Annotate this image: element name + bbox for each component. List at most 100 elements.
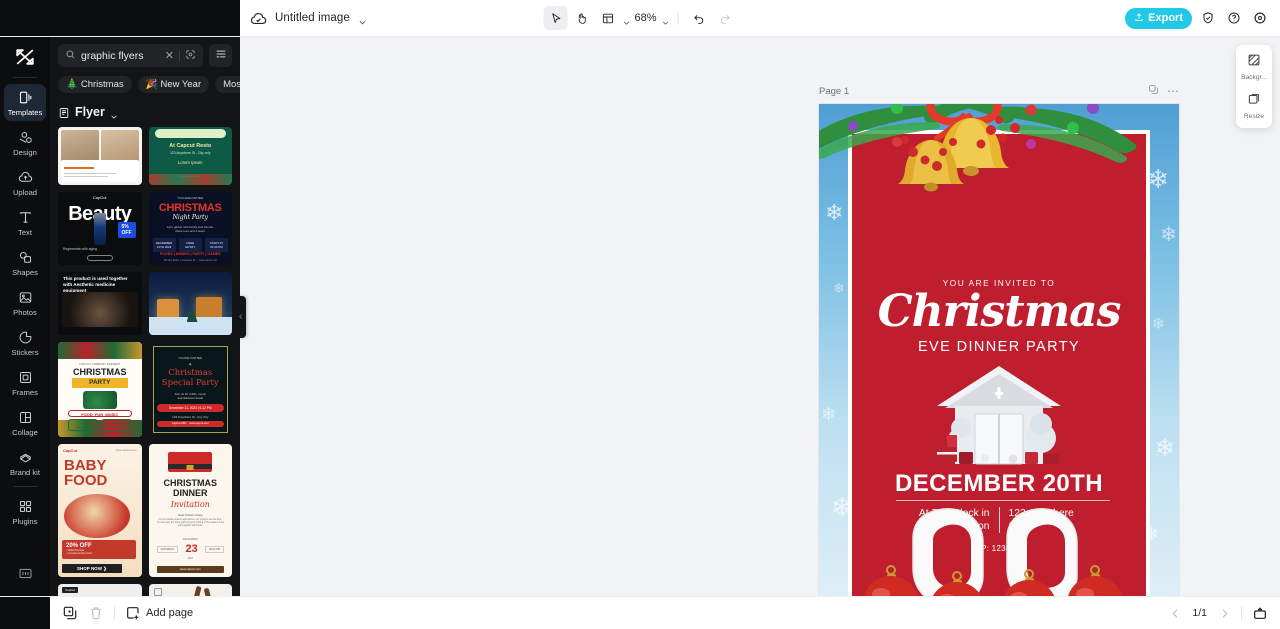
search-input[interactable]: graphic flyers ✕ [58, 44, 203, 67]
add-page-icon [125, 605, 141, 621]
sidebar-item-shapes[interactable]: Shapes [4, 244, 46, 281]
sidebar-item-collage[interactable]: Collage [4, 404, 46, 441]
filter-icon [215, 47, 227, 65]
visual-search-icon[interactable] [185, 47, 196, 65]
resize-button[interactable]: Resize [1238, 89, 1270, 123]
chip-christmas[interactable]: 🎄 Christmas [58, 76, 132, 93]
zoom-level[interactable]: 68% [632, 12, 658, 24]
page-navigation: 1/1 [1168, 605, 1268, 621]
category-label: Flyer [75, 105, 105, 119]
undo-button[interactable] [687, 6, 711, 30]
invite-date: DECEMBER 20TH [895, 470, 1103, 497]
duplicate-page-icon[interactable] [1148, 82, 1159, 100]
background-label: Backgr... [1241, 74, 1267, 81]
panel-toggle-button[interactable] [4, 560, 46, 585]
template-beauty[interactable]: CapCut Beauty 5%OFF Regenerate with agin… [58, 192, 142, 265]
template-christmas-dinner-invitation[interactable]: CHRISTMAS DINNER Invitation Dear Robert C… [148, 444, 232, 577]
main-body: Templates Design Upload Text Shapes Phot… [0, 37, 1280, 596]
hand-pan-tool[interactable] [569, 6, 593, 30]
cursor-select-tool[interactable] [543, 6, 568, 30]
sidebar-item-design[interactable]: Design [4, 124, 46, 161]
layout-chevron-down-icon[interactable] [622, 14, 630, 25]
chip-most[interactable]: Mos [215, 76, 240, 93]
design-page[interactable]: ❄ ❄ ❄ ❄ ❄ ❄ ❄ ❄ ❄ YOU ARE INVITED TO Chr… [819, 104, 1179, 596]
sidebar-item-label: Collage [12, 428, 38, 437]
help-circle-icon[interactable] [1224, 8, 1244, 28]
chevron-down-icon[interactable] [358, 14, 367, 24]
templates-grid: At Capcut Resto 123 Anywhere St., City o… [50, 127, 240, 596]
chevron-down-icon[interactable] [110, 108, 118, 119]
sidebar-item-plugins[interactable]: Plugins [4, 493, 46, 530]
export-button[interactable]: Export [1125, 7, 1192, 29]
filter-button[interactable] [209, 44, 232, 67]
add-page-label: Add page [146, 607, 194, 619]
panel-collapse-handle[interactable] [235, 295, 246, 338]
search-icon [65, 47, 76, 65]
sidebar-item-text[interactable]: Text [4, 204, 46, 241]
plugins-icon [17, 498, 34, 515]
redo-button[interactable] [713, 6, 737, 30]
filter-chips: 🎄 Christmas 🎉 New Year Mos [50, 67, 240, 93]
category-selector[interactable]: Flyer [50, 93, 240, 127]
sidebar-item-label: Upload [12, 188, 38, 197]
sidebar-item-templates[interactable]: Templates [4, 84, 46, 121]
sidebar-item-photos[interactable]: Photos [4, 284, 46, 321]
page-label: Page 1 [819, 85, 850, 97]
invite-divider [896, 500, 1110, 501]
template-christmas-party[interactable]: CAPCUT COMPANY PRESENT CHRISTMAS PARTY F… [58, 342, 142, 437]
template-christmas-night-party[interactable]: YOU ARE INVITED CHRISTMAS Night Party Le… [148, 192, 232, 265]
sidebar-item-label: Brand kit [10, 468, 40, 477]
chip-label: Christmas [80, 79, 124, 90]
page-header: Page 1 ⋯ [819, 82, 1179, 100]
chevron-left-icon[interactable] [1168, 606, 1182, 620]
sidebar-item-label: Stickers [11, 348, 39, 357]
snowflake-icon: ❄ [821, 404, 837, 424]
more-horizontal-icon[interactable]: ⋯ [1167, 85, 1179, 97]
duplicate-icon[interactable] [62, 605, 78, 621]
search-value: graphic flyers [81, 49, 144, 62]
sidebar-item-brand-kit[interactable]: Brand kit [4, 444, 46, 481]
template-classic-latte[interactable]: CapCut ClassicLatte [58, 584, 142, 596]
shield-check-icon[interactable] [1198, 8, 1218, 28]
layout-tool[interactable] [595, 6, 619, 30]
search-row: graphic flyers ✕ [50, 37, 240, 67]
canvas-tool-group: 68% [543, 6, 736, 30]
template-food-grid[interactable] [58, 127, 142, 185]
capcut-logo[interactable] [11, 43, 39, 71]
baubles-illustration [819, 506, 1179, 596]
document-title: Untitled image [275, 12, 350, 24]
template-christmas-special-party[interactable]: YOU'RE INVITED ✦ Christmas Special Party … [148, 342, 232, 437]
toolbar-divider [677, 11, 679, 25]
template-aesthetic-hands[interactable]: This product is used together with Aesth… [58, 272, 142, 335]
sidebar-item-stickers[interactable]: Stickers [4, 324, 46, 361]
trash-icon[interactable] [88, 605, 104, 621]
add-page-button[interactable]: Add page [125, 605, 193, 621]
template-baby-food[interactable]: CapCut www.capcut.com BABY FOOD 20% OFF -… [58, 444, 142, 577]
canvas-area[interactable]: Page 1 ⋯ ❄ ❄ ❄ ❄ ❄ ❄ ❄ ❄ ❄ YOU ARE INVIT… [240, 37, 1280, 596]
snowflake-icon: ❄ [1160, 224, 1177, 246]
close-icon[interactable]: ✕ [165, 49, 174, 62]
sidebar-item-upload[interactable]: Upload [4, 164, 46, 201]
chip-new-year[interactable]: 🎉 New Year [137, 76, 210, 93]
gear-icon[interactable] [1250, 8, 1270, 28]
chevron-right-icon[interactable] [1217, 606, 1231, 620]
background-button[interactable]: Backgr... [1238, 50, 1270, 84]
present-icon[interactable] [1252, 605, 1268, 621]
frames-icon [17, 369, 34, 386]
template-reindeer[interactable] [148, 584, 232, 596]
template-winter-village[interactable] [148, 272, 232, 335]
resize-icon [1247, 92, 1261, 111]
sidebar-item-frames[interactable]: Frames [4, 364, 46, 401]
topbar-actions: Export [1125, 7, 1270, 29]
zoom-chevron-down-icon[interactable] [662, 14, 670, 25]
document-title-chip[interactable]: Untitled image [240, 10, 367, 27]
house-illustration [925, 362, 1073, 466]
search-divider [179, 50, 180, 61]
bottombar-dark-spacer [0, 597, 50, 629]
export-label: Export [1148, 12, 1183, 24]
chip-label: Mos [223, 79, 240, 90]
upload-icon [1134, 12, 1144, 25]
sidebar-item-label: Plugins [12, 517, 38, 526]
page-header-actions: ⋯ [1148, 82, 1179, 100]
template-capcut-resto[interactable]: At Capcut Resto 123 Anywhere St., City o… [148, 127, 232, 185]
